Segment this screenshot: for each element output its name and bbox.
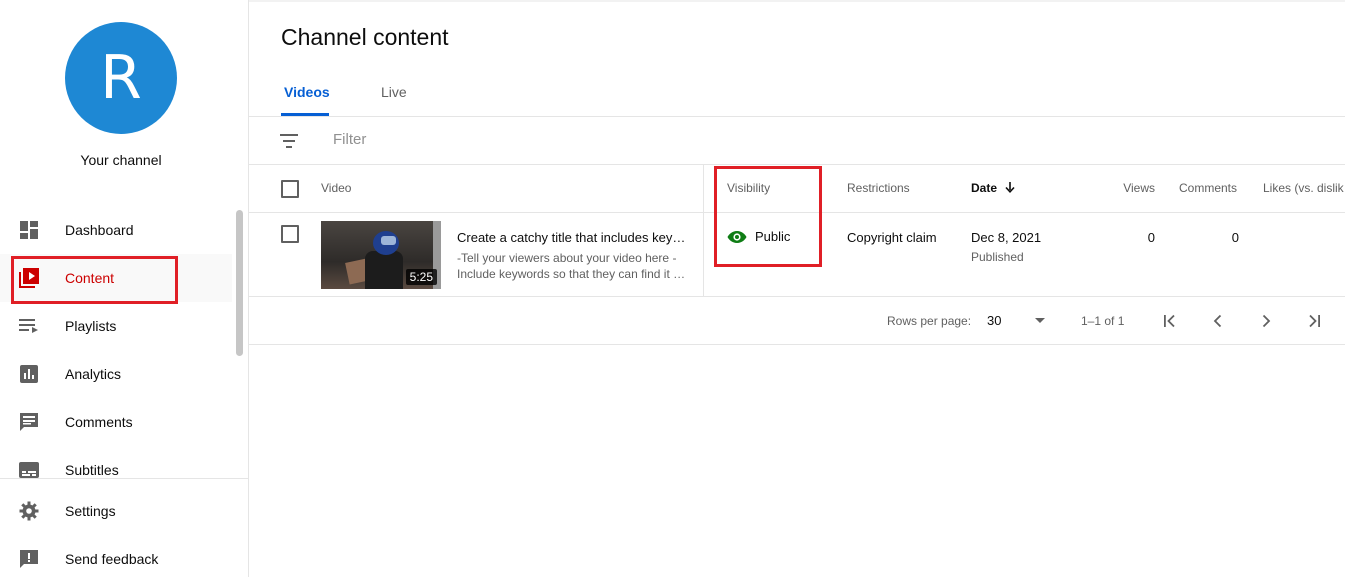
divider <box>249 164 1345 165</box>
sidebar-item-dashboard[interactable]: Dashboard <box>0 206 232 254</box>
sidebar-item-label: Subtitles <box>65 462 119 478</box>
first-page-icon[interactable] <box>1160 311 1180 331</box>
next-page-icon[interactable] <box>1256 311 1276 331</box>
video-comments: 0 <box>1231 230 1239 245</box>
sidebar-scrollbar[interactable] <box>236 210 243 356</box>
sidebar-divider <box>0 478 248 479</box>
column-header-likes[interactable]: Likes (vs. dislik <box>1263 181 1345 195</box>
column-header-restrictions[interactable]: Restrictions <box>847 181 910 195</box>
divider <box>249 344 1345 345</box>
restriction-status[interactable]: Copyright claim <box>847 230 937 245</box>
filter-input[interactable]: Filter <box>333 131 366 148</box>
previous-page-icon[interactable] <box>1208 311 1228 331</box>
your-channel-label[interactable]: Your channel <box>0 152 242 168</box>
thumbnail-figure-body <box>365 251 403 289</box>
tab-live[interactable]: Live <box>381 84 407 100</box>
sidebar-item-label: Dashboard <box>65 222 134 238</box>
sidebar-item-playlists[interactable]: Playlists <box>0 302 232 350</box>
sidebar-item-send-feedback[interactable]: Send feedback <box>0 535 232 583</box>
page-title: Channel content <box>281 24 449 50</box>
thumbnail-figure-visor <box>381 236 396 245</box>
dashboard-icon <box>19 220 39 240</box>
rows-per-page-label: Rows per page: <box>887 314 972 328</box>
column-header-date-label: Date <box>971 181 998 195</box>
sidebar-item-label: Playlists <box>65 318 117 334</box>
tab-videos[interactable]: Videos <box>284 84 330 100</box>
filter-icon[interactable] <box>279 131 299 151</box>
video-duration: 5:25 <box>405 269 437 285</box>
column-header-date[interactable]: Date <box>971 181 1016 196</box>
feedback-icon <box>19 549 39 569</box>
video-description: -Tell your viewers about your video here… <box>457 250 689 282</box>
sidebar-item-label: Comments <box>65 414 133 430</box>
sidebar-item-label: Analytics <box>65 366 122 382</box>
select-all-checkbox[interactable] <box>281 180 299 198</box>
video-views: 0 <box>1147 230 1155 245</box>
video-description-line: Include keywords so that they can find i… <box>457 267 689 281</box>
rows-per-page-select[interactable]: 30 <box>987 313 1001 328</box>
column-header-views[interactable]: Views <box>1115 181 1155 195</box>
sidebar-item-comments[interactable]: Comments <box>0 398 232 446</box>
sidebar-item-analytics[interactable]: Analytics <box>0 350 232 398</box>
analytics-icon <box>19 364 39 384</box>
column-divider <box>703 165 704 297</box>
pagination-range: 1–1 of 1 <box>1081 314 1125 328</box>
sidebar-item-label: Settings <box>65 503 116 519</box>
divider <box>249 116 1345 117</box>
highlight-box-content <box>11 256 178 304</box>
video-title[interactable]: Create a catchy title that includes keyw… <box>457 230 689 245</box>
playlists-icon <box>19 316 39 336</box>
video-description-line: -Tell your viewers about your video here… <box>457 251 677 265</box>
sidebar: R Your channel Dashboard Content Playlis… <box>0 0 249 577</box>
video-date-status: Published <box>971 250 1024 264</box>
column-header-comments[interactable]: Comments <box>1179 181 1237 195</box>
column-header-video: Video <box>321 181 352 195</box>
subtitles-icon <box>19 460 39 480</box>
highlight-box-visibility <box>714 166 822 267</box>
sidebar-item-label: Send feedback <box>65 551 159 567</box>
divider <box>249 296 1345 297</box>
channel-avatar[interactable]: R <box>65 22 177 134</box>
video-date: Dec 8, 2021 <box>971 230 1042 245</box>
sidebar-item-settings[interactable]: Settings <box>0 487 232 535</box>
dropdown-arrow-icon[interactable] <box>1035 318 1045 323</box>
row-checkbox[interactable] <box>281 225 299 243</box>
gear-icon <box>19 501 39 521</box>
sort-arrow-down-icon <box>1004 181 1016 196</box>
top-border <box>60 0 1345 2</box>
last-page-icon[interactable] <box>1304 311 1324 331</box>
comments-icon <box>19 412 39 432</box>
video-thumbnail[interactable]: 5:25 <box>321 221 441 289</box>
